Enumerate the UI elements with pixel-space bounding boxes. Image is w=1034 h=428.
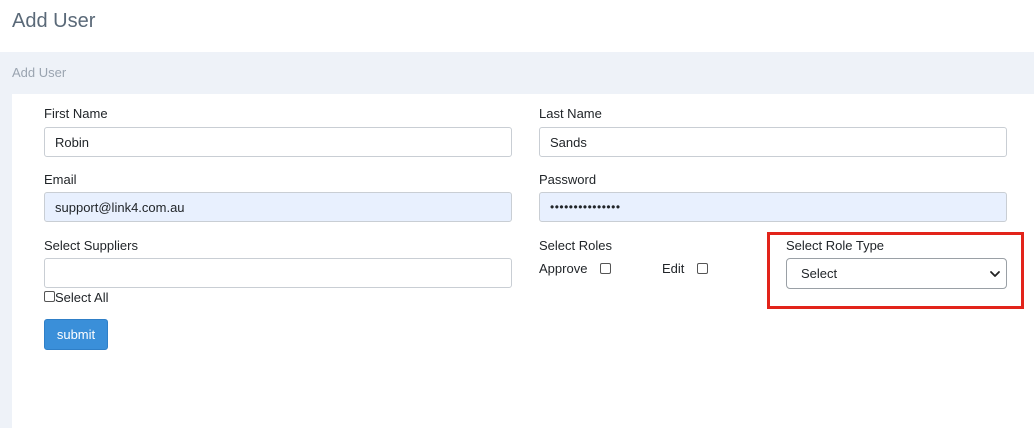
first-name-input[interactable]: Robin [44, 127, 512, 157]
first-name-label: First Name [44, 106, 108, 121]
last-name-input[interactable]: Sands [539, 127, 1007, 157]
password-input[interactable]: ••••••••••••••• [539, 192, 1007, 222]
edit-checkbox[interactable] [697, 263, 708, 274]
suppliers-input[interactable] [44, 258, 512, 288]
left-gutter [0, 94, 12, 428]
breadcrumb-bar: Add User [0, 52, 1034, 94]
breadcrumb: Add User [12, 65, 67, 80]
approve-checkbox[interactable] [600, 263, 611, 274]
highlight-annotation [767, 232, 1024, 309]
approve-label: Approve [539, 261, 588, 276]
page-title: Add User [12, 10, 96, 32]
email-input[interactable]: support@link4.com.au [44, 192, 512, 222]
roles-label: Select Roles [539, 238, 612, 253]
last-name-label: Last Name [539, 106, 602, 121]
email-label: Email [44, 172, 77, 187]
submit-button[interactable]: submit [44, 319, 108, 350]
edit-label: Edit [662, 261, 685, 276]
select-all-label: Select All [55, 290, 109, 305]
select-all-checkbox[interactable] [44, 291, 55, 302]
password-label: Password [539, 172, 597, 187]
page-header: Add User [0, 0, 1034, 52]
suppliers-label: Select Suppliers [44, 238, 138, 253]
